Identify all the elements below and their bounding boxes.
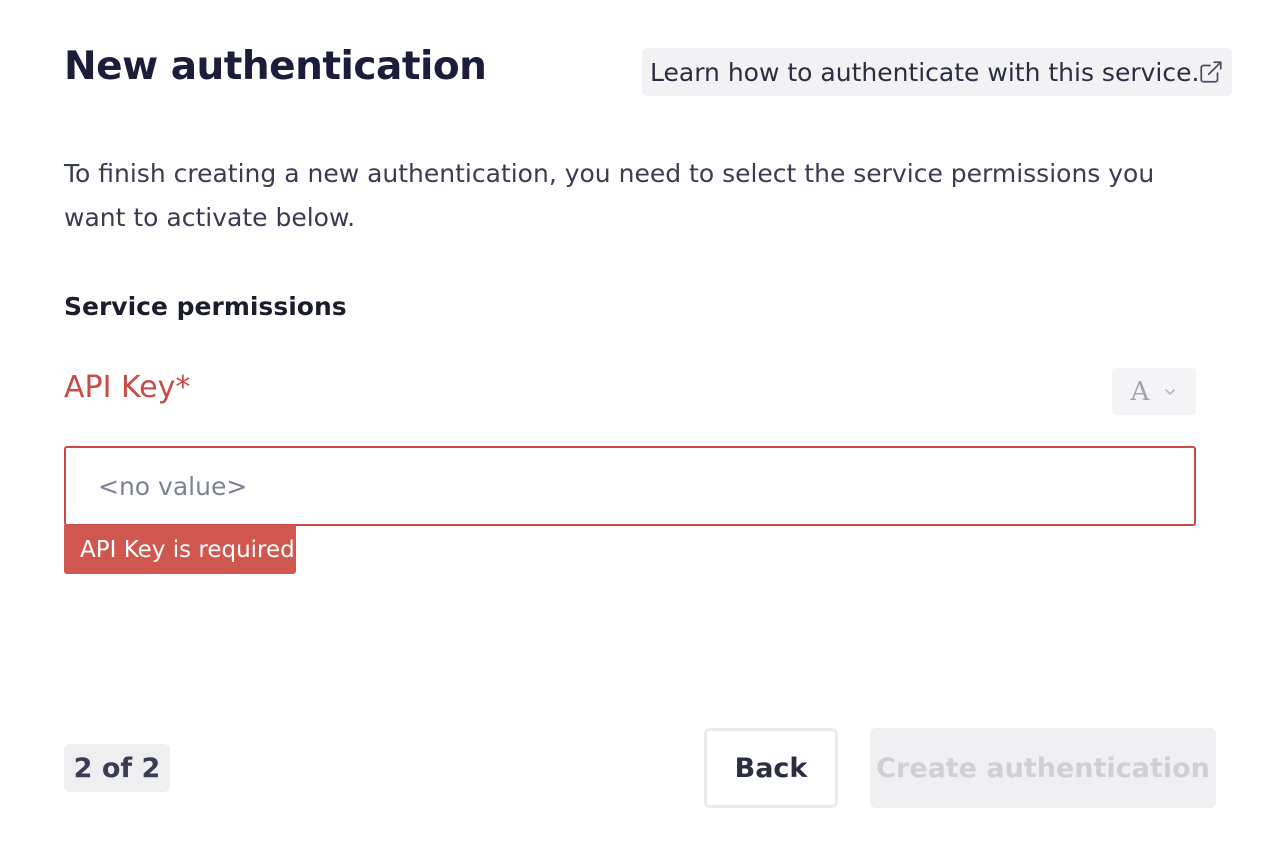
section-title: Service permissions [64, 292, 347, 321]
external-link-icon [1200, 61, 1222, 83]
back-button[interactable]: Back [704, 728, 838, 808]
dialog-title: New authentication [64, 44, 487, 89]
help-link-label: Learn how to authenticate with this serv… [650, 57, 1200, 87]
api-key-error-message: API Key is required [64, 525, 296, 574]
create-authentication-button[interactable]: Create authentication [870, 728, 1216, 808]
api-key-input[interactable] [64, 446, 1196, 526]
chevron-down-icon [1165, 388, 1176, 395]
step-indicator: 2 of 2 [64, 744, 170, 792]
api-key-label: API Key* [64, 370, 191, 405]
dialog-description: To finish creating a new authentication,… [64, 159, 1155, 232]
help-link[interactable]: Learn how to authenticate with this serv… [642, 48, 1232, 96]
field-type-selector[interactable]: A [1112, 368, 1196, 415]
type-selector-value: A [1130, 376, 1150, 407]
new-authentication-dialog: New authentication Learn how to authenti… [0, 0, 1274, 856]
